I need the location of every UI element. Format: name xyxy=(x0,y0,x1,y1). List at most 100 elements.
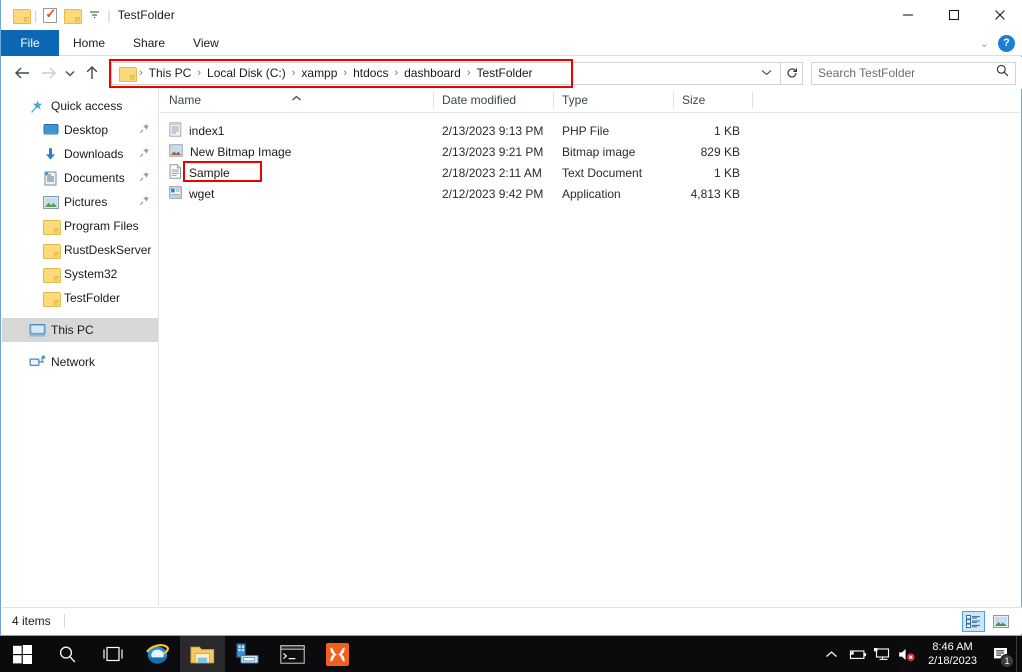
search-icon[interactable] xyxy=(996,64,1009,82)
sidebar-item-downloads[interactable]: Downloads xyxy=(2,142,158,166)
sidebar-item-label: This PC xyxy=(51,323,94,337)
column-header-label: Size xyxy=(682,93,705,107)
address-bar[interactable]: › This PC › Local Disk (C:) › xampp › ht… xyxy=(111,62,781,85)
file-name-cell[interactable]: wget xyxy=(160,186,433,202)
column-header-type[interactable]: Type xyxy=(553,88,673,112)
show-hidden-icons-button[interactable] xyxy=(819,636,844,672)
breadcrumb-htdocs[interactable]: htdocs xyxy=(349,66,392,80)
back-button[interactable] xyxy=(9,60,35,86)
view-buttons xyxy=(962,611,1022,632)
bitmap-file-icon xyxy=(169,144,183,160)
table-row[interactable]: New Bitmap Image 2/13/2023 9:21 PM Bitma… xyxy=(160,141,1020,162)
breadcrumb-xampp[interactable]: xampp xyxy=(297,66,341,80)
table-row[interactable]: Sample 2/18/2023 2:11 AM Text Document 1… xyxy=(160,162,1020,183)
minimize-button[interactable] xyxy=(885,0,931,30)
breadcrumb-testfolder[interactable]: TestFolder xyxy=(473,66,537,80)
breadcrumb-separator: › xyxy=(137,67,145,79)
chevron-down-icon[interactable] xyxy=(761,68,780,79)
file-date: 2/13/2023 9:21 PM xyxy=(433,145,553,159)
xampp-button[interactable] xyxy=(315,636,360,672)
sidebar-item-this-pc[interactable]: This PC xyxy=(2,318,158,342)
network-icon xyxy=(29,354,46,371)
up-button[interactable] xyxy=(79,60,105,86)
pin-icon[interactable] xyxy=(139,171,150,185)
task-view-button[interactable] xyxy=(90,636,135,672)
window-controls xyxy=(885,0,1022,30)
table-row[interactable]: wget 2/12/2023 9:42 PM Application 4,813… xyxy=(160,183,1020,204)
notification-badge: 1 xyxy=(1000,654,1014,668)
forward-button[interactable] xyxy=(35,60,61,86)
sidebar-item-desktop[interactable]: Desktop xyxy=(2,118,158,142)
column-header-label: Date modified xyxy=(442,93,516,107)
volume-muted-icon[interactable] xyxy=(894,636,919,672)
sidebar-item-program-files[interactable]: Program Files xyxy=(2,214,158,238)
php-file-icon xyxy=(169,122,182,140)
column-header-date-modified[interactable]: Date modified xyxy=(433,88,553,112)
pictures-icon xyxy=(42,194,59,211)
chevron-down-icon[interactable] xyxy=(83,4,105,26)
sidebar-item-pictures[interactable]: Pictures xyxy=(2,190,158,214)
search-input[interactable]: Search TestFolder xyxy=(818,66,996,80)
large-icons-view-button[interactable] xyxy=(989,611,1012,632)
action-center-button[interactable]: 1 xyxy=(986,636,1016,672)
close-button[interactable] xyxy=(977,0,1022,30)
search-box[interactable]: Search TestFolder xyxy=(811,62,1016,85)
file-type: PHP File xyxy=(553,124,673,138)
sidebar-item-label: System32 xyxy=(64,267,117,281)
pin-icon[interactable] xyxy=(139,195,150,209)
sidebar-item-network[interactable]: Network xyxy=(2,350,158,374)
sidebar-item-label: Downloads xyxy=(64,147,123,161)
details-view-button[interactable] xyxy=(962,611,985,632)
sidebar-item-label: Documents xyxy=(64,171,125,185)
column-header-name[interactable]: Name xyxy=(160,88,433,112)
navigation-pane[interactable]: Quick access Desktop Downloads xyxy=(2,89,159,606)
ribbon-tab-bar: File Home Share View ⌄ ? xyxy=(1,30,1022,56)
breadcrumb-this-pc[interactable]: This PC xyxy=(145,66,196,80)
folder-icon[interactable] xyxy=(10,4,32,26)
maximize-button[interactable] xyxy=(931,0,977,30)
command-prompt-button[interactable] xyxy=(270,636,315,672)
start-button[interactable] xyxy=(0,636,45,672)
file-name: New Bitmap Image xyxy=(190,145,291,159)
battery-icon[interactable] xyxy=(844,636,869,672)
clock[interactable]: 8:46 AM 2/18/2023 xyxy=(919,636,986,672)
sidebar-item-documents[interactable]: Documents xyxy=(2,166,158,190)
refresh-button[interactable] xyxy=(781,62,803,85)
tab-view[interactable]: View xyxy=(179,30,233,56)
help-icon[interactable]: ? xyxy=(998,35,1015,52)
file-name: Sample xyxy=(189,166,230,180)
sidebar-item-rustdeskserver[interactable]: RustDeskServer xyxy=(2,238,158,262)
fax-scan-button[interactable] xyxy=(225,636,270,672)
file-date: 2/13/2023 9:13 PM xyxy=(433,124,553,138)
breadcrumb-local-disk[interactable]: Local Disk (C:) xyxy=(203,66,290,80)
recent-locations-button[interactable] xyxy=(61,60,79,86)
table-row[interactable]: index1 2/13/2023 9:13 PM PHP File 1 KB xyxy=(160,120,1020,141)
breadcrumb-dashboard[interactable]: dashboard xyxy=(400,66,465,80)
properties-icon[interactable] xyxy=(39,4,61,26)
column-header-size[interactable]: Size xyxy=(673,88,753,112)
sidebar-item-system32[interactable]: System32 xyxy=(2,262,158,286)
file-name-cell[interactable]: New Bitmap Image xyxy=(160,144,433,160)
file-name-cell[interactable]: index1 xyxy=(160,122,433,140)
sidebar-item-testfolder[interactable]: TestFolder xyxy=(2,286,158,310)
file-name: wget xyxy=(189,187,214,201)
file-name-cell[interactable]: Sample xyxy=(160,164,433,182)
internet-explorer-button[interactable] xyxy=(135,636,180,672)
window-title: TestFolder xyxy=(118,8,175,22)
sidebar-item-quick-access[interactable]: Quick access xyxy=(2,94,158,118)
file-explorer-button[interactable] xyxy=(180,636,225,672)
file-size: 4,813 KB xyxy=(673,187,753,201)
breadcrumb-separator: › xyxy=(392,67,400,79)
new-folder-icon[interactable] xyxy=(61,4,83,26)
pin-icon[interactable] xyxy=(139,147,150,161)
show-desktop-button[interactable] xyxy=(1016,636,1020,672)
search-button[interactable] xyxy=(45,636,90,672)
tab-file[interactable]: File xyxy=(1,30,59,56)
network-icon[interactable] xyxy=(869,636,894,672)
status-bar: 4 items xyxy=(2,607,1022,634)
tab-home[interactable]: Home xyxy=(59,30,119,56)
tab-share[interactable]: Share xyxy=(119,30,179,56)
column-header-row: Name Date modified Type Size xyxy=(160,89,1020,113)
chevron-down-icon[interactable]: ⌄ xyxy=(975,37,994,50)
pin-icon[interactable] xyxy=(139,123,150,137)
